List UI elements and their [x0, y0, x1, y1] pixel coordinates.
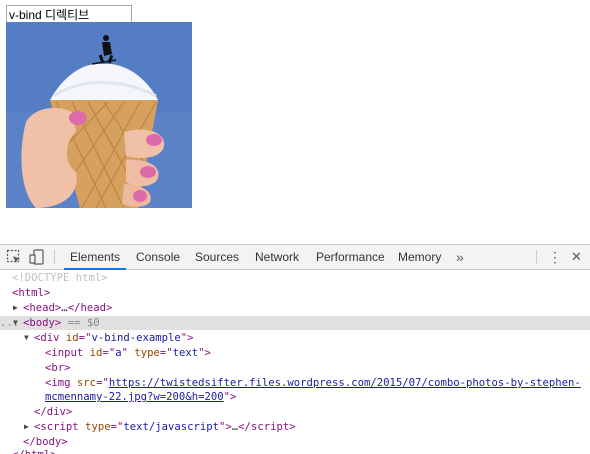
- tree-line-img[interactable]: <img src="https://twistedsifter.files.wo…: [0, 376, 590, 390]
- tree-line-script[interactable]: ▶ <script type="text/javascript">…</scri…: [0, 420, 590, 434]
- input-id-attr: id: [89, 347, 103, 359]
- selected-marker: == $0: [67, 317, 100, 329]
- tab-elements[interactable]: Elements: [63, 245, 127, 270]
- script-tag: script: [40, 421, 79, 433]
- more-tabs-button[interactable]: »: [456, 245, 464, 269]
- script-type-value: text/javascript: [123, 421, 220, 433]
- elements-tree: <!DOCTYPE html> <html> ▶ <head>…</head> …: [0, 271, 590, 454]
- expand-triangle-icon[interactable]: ▶: [24, 420, 33, 434]
- tree-line-img-cont[interactable]: mcmennamy-22.jpg?w=200&h=200">: [0, 390, 590, 404]
- close-icon[interactable]: ✕: [571, 245, 582, 269]
- toolbar-separator: [54, 250, 55, 264]
- devtools-toolbar: Elements Console Sources Network Perform…: [0, 245, 590, 270]
- img-src-link[interactable]: https://twistedsifter.files.wordpress.co…: [109, 377, 581, 389]
- script-close-tag: script: [250, 421, 290, 433]
- tree-line-br[interactable]: <br>: [0, 361, 590, 375]
- img-src-link-cont[interactable]: mcmennamy-22.jpg?w=200&h=200: [45, 391, 224, 403]
- tree-line-div[interactable]: ▼ <div id="v-bind-example">: [0, 331, 590, 345]
- img-src-attr: src: [76, 377, 97, 389]
- tree-line-div-close[interactable]: </div>: [0, 405, 590, 419]
- tab-network[interactable]: Network: [255, 245, 299, 269]
- body-close-tag: body: [35, 436, 62, 448]
- div-id-attr: id: [65, 332, 79, 344]
- img-tag: img: [51, 377, 71, 389]
- head-close-tag: head: [80, 302, 106, 314]
- tree-line-body-close[interactable]: </body>: [0, 435, 590, 449]
- toolbar-separator-right: [536, 250, 537, 264]
- div-id-value: v-bind-example: [91, 332, 181, 344]
- input-type-attr: type: [134, 347, 160, 359]
- head-tag: head: [29, 302, 55, 314]
- collapse-triangle-icon[interactable]: ▼: [13, 316, 22, 330]
- tree-line-doctype[interactable]: <!DOCTYPE html>: [0, 271, 590, 285]
- inspect-element-icon[interactable]: [5, 248, 23, 266]
- input-tag: input: [51, 347, 84, 359]
- html-close-tag: html: [25, 449, 51, 454]
- tree-line-html-close[interactable]: </html>: [0, 449, 590, 454]
- tab-console[interactable]: Console: [136, 245, 180, 269]
- text-input[interactable]: [6, 5, 132, 23]
- tree-line-body[interactable]: ... ▼ <body> == $0: [0, 316, 590, 330]
- collapse-triangle-icon[interactable]: ▼: [24, 331, 33, 345]
- br-tag: br: [51, 362, 65, 374]
- tab-memory[interactable]: Memory: [398, 245, 441, 269]
- page-viewport: [0, 0, 590, 244]
- tree-line-head[interactable]: ▶ <head>…</head>: [0, 301, 590, 315]
- tab-performance[interactable]: Performance: [316, 245, 385, 269]
- ice-cream-image: [6, 22, 192, 208]
- tree-line-input[interactable]: <input id="a" type="text">: [0, 346, 590, 360]
- div-tag: div: [40, 332, 60, 344]
- html-tag: html: [18, 287, 44, 299]
- tab-sources[interactable]: Sources: [195, 245, 239, 269]
- body-tag: body: [29, 317, 55, 329]
- kebab-menu-icon[interactable]: ⋮: [548, 245, 562, 269]
- expand-triangle-icon[interactable]: ▶: [13, 301, 22, 315]
- script-type-attr: type: [85, 421, 111, 433]
- ice-cream-photo: [6, 22, 192, 208]
- tree-line-html[interactable]: <html>: [0, 286, 590, 300]
- doctype-node: <!DOCTYPE html>: [12, 272, 108, 284]
- devtools-panel: Elements Console Sources Network Perform…: [0, 244, 590, 454]
- input-type-value: text: [172, 347, 199, 359]
- device-toolbar-icon[interactable]: [28, 248, 46, 266]
- div-close-tag: div: [46, 406, 66, 418]
